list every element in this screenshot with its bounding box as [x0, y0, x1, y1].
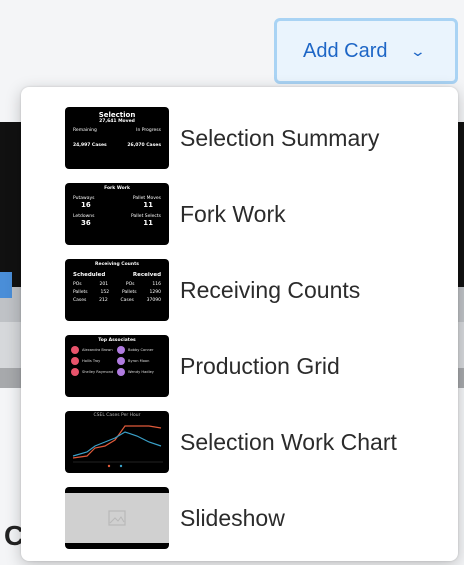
thumb-row-label: Pallets — [73, 290, 88, 295]
associate-entry: Bobby Conner — [117, 346, 163, 354]
thumb-cell-value: 16 — [81, 201, 91, 209]
associate-entry: Wendy Hadley — [117, 368, 163, 376]
chart-series-line — [72, 431, 162, 457]
thumb-row-label: Cases — [73, 298, 87, 303]
add-card-label: Add Card — [303, 39, 388, 62]
associate-entry: Hollis Troy — [71, 357, 117, 365]
thumb-title: Selection — [98, 111, 136, 119]
menu-item-slideshow[interactable]: Slideshow — [21, 480, 458, 556]
legend-dot — [119, 464, 123, 468]
associate-name: Shelley Raymond — [82, 370, 114, 374]
avatar — [117, 368, 125, 376]
avatar — [117, 357, 125, 365]
production-grid-thumbnail: Top Associates Alexandra Brown Bobby Conn… — [65, 335, 169, 397]
menu-item-label: Selection Summary — [180, 124, 380, 151]
slideshow-thumbnail — [65, 487, 169, 549]
menu-item-label: Production Grid — [180, 352, 340, 379]
legend-dot — [107, 464, 111, 468]
associate-entry: Alexandra Brown — [71, 346, 117, 354]
thumb-cell-value: 36 — [81, 219, 91, 227]
menu-item-label: Receiving Counts — [180, 276, 361, 303]
associate-entry: Shelley Raymond — [71, 368, 117, 376]
thumb-row-value: 152 — [100, 290, 110, 295]
thumb-cell-value: 11 — [143, 219, 153, 227]
avatar — [71, 346, 79, 354]
thumb-left-value: 24,997 Cases — [73, 143, 107, 148]
avatar — [71, 357, 79, 365]
thumb-row-label: Cases — [120, 298, 134, 303]
thumb-title: Fork Work — [104, 186, 130, 191]
thumb-left-label: Remaining — [73, 128, 97, 133]
associate-name: Hollis Troy — [82, 359, 101, 363]
thumb-cell-value: 11 — [143, 201, 153, 209]
associate-name: Wendy Hadley — [128, 370, 154, 374]
thumb-right-label: In Progress — [136, 128, 161, 133]
avatar — [71, 368, 79, 376]
thumb-row-value: 1290 — [149, 290, 161, 295]
menu-item-selection-summary[interactable]: Selection 27,641 Moved Remaining In Prog… — [21, 100, 458, 176]
chevron-down-icon: ⌄ — [409, 42, 426, 59]
thumb-subtitle: 27,641 Moved — [99, 119, 135, 124]
associates-grid: Alexandra Brown Bobby Conner Hollis Troy By… — [65, 343, 169, 376]
avatar — [117, 346, 125, 354]
menu-item-fork-work[interactable]: Fork Work Putaways Pallet Moves 16 11 Le… — [21, 176, 458, 252]
associate-entry: Byron Moon — [117, 357, 163, 365]
thumb-row-value: 37090 — [146, 298, 161, 303]
associate-name: Byron Moon — [128, 359, 150, 363]
associate-name: Bobby Conner — [128, 348, 154, 352]
add-card-button[interactable]: Add Card ⌄ — [274, 18, 458, 84]
selection-work-chart-thumbnail: CSEL Cases Per Hour — [65, 411, 169, 473]
receiving-counts-thumbnail: Receiving Counts Scheduled Received POs … — [65, 259, 169, 321]
mini-line-chart — [72, 425, 163, 468]
menu-item-label: Fork Work — [180, 200, 286, 227]
thumb-row-label: POs — [125, 282, 135, 287]
thumb-row-value: 201 — [99, 282, 109, 287]
background-blue-tab — [0, 272, 12, 298]
thumb-row-value: 212 — [99, 298, 108, 303]
thumb-left-head: Scheduled — [73, 272, 106, 278]
image-placeholder-icon — [108, 510, 126, 526]
slideshow-placeholder — [65, 493, 169, 543]
associate-name: Alexandra Brown — [82, 348, 113, 352]
fork-work-thumbnail: Fork Work Putaways Pallet Moves 16 11 Le… — [65, 183, 169, 245]
thumb-title: Receiving Counts — [95, 262, 139, 267]
thumb-row-label: Pallets — [122, 290, 137, 295]
menu-item-selection-work-chart[interactable]: CSEL Cases Per Hour Selection Work Chart — [21, 404, 458, 480]
selection-summary-thumbnail: Selection 27,641 Moved Remaining In Prog… — [65, 107, 169, 169]
menu-item-label: Selection Work Chart — [180, 428, 397, 455]
add-card-menu: Selection 27,641 Moved Remaining In Prog… — [21, 87, 458, 561]
thumb-row-value: 116 — [152, 282, 161, 287]
thumb-right-head: Received — [132, 272, 161, 278]
menu-item-label: Slideshow — [180, 504, 285, 531]
menu-item-receiving-counts[interactable]: Receiving Counts Scheduled Received POs … — [21, 252, 458, 328]
menu-item-production-grid[interactable]: Top Associates Alexandra Brown Bobby Conn… — [21, 328, 458, 404]
thumb-row-label: POs — [73, 282, 82, 287]
thumb-right-value: 26,070 Cases — [127, 143, 161, 148]
